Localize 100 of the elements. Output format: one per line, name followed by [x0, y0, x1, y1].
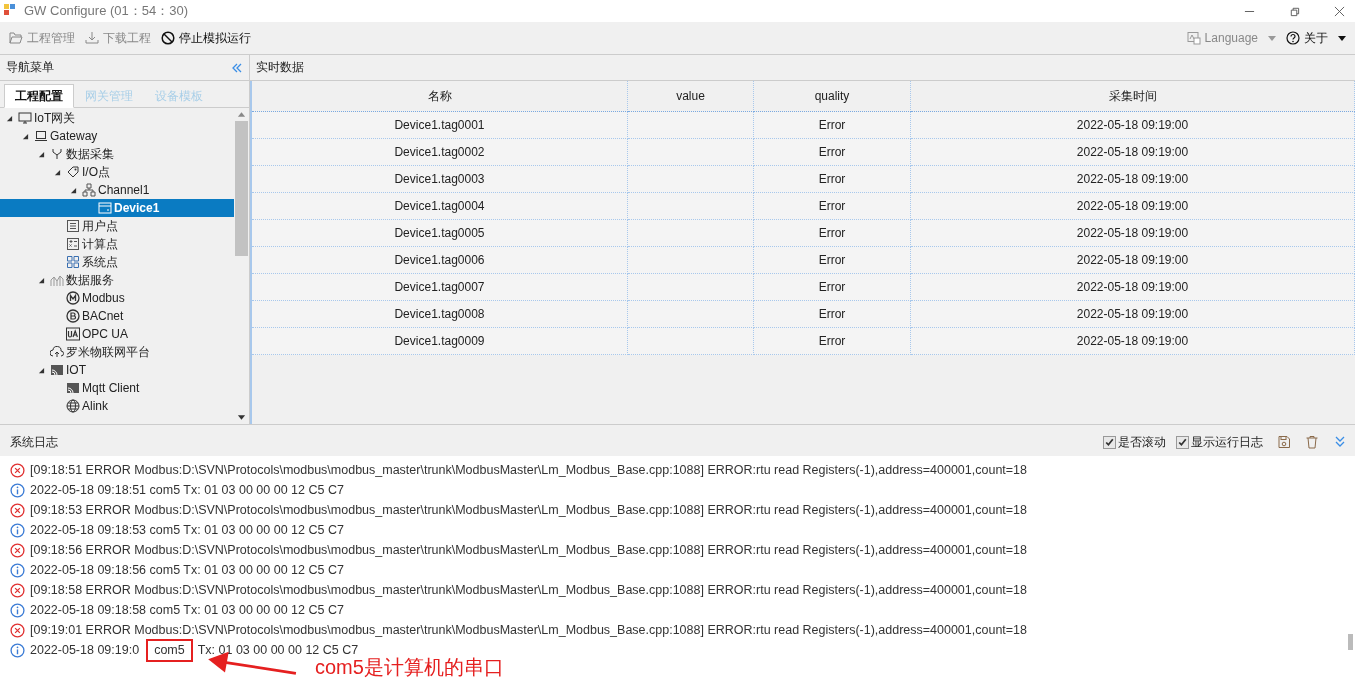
log-message: 2022-05-18 09:18:51 com5 Tx: 01 03 00 00 00 12 C5 C7	[30, 483, 344, 497]
panel-title: 系统日志	[10, 433, 58, 451]
tree-item[interactable]: 罗米物联网平台	[0, 343, 234, 361]
expanded-arrow-icon[interactable]	[38, 366, 45, 374]
checkbox-label: 是否滚动	[1118, 433, 1166, 451]
highlight-box: com5	[146, 638, 193, 662]
info-icon	[10, 642, 25, 658]
table-cell: Error	[753, 111, 911, 139]
save-icon[interactable]	[1277, 435, 1291, 449]
column-header[interactable]: 采集时间	[910, 81, 1355, 112]
log-message: [09:18:53 ERROR Modbus:D:\SVN\Protocols\modbus\modbus_master\trunk\ModbusMaster\Lm_Modbus_Base.cpp:1088] ERROR:rtu read Registers(-1),address=400001,count=18	[30, 503, 1028, 517]
circle-m-icon	[66, 291, 80, 305]
expanded-arrow-icon[interactable]	[38, 276, 45, 284]
caret-icon	[1338, 35, 1346, 41]
tree-item[interactable]: OPC UA	[0, 325, 234, 343]
tree-item[interactable]: BACnet	[0, 307, 234, 325]
scroll-down-icon[interactable]	[237, 415, 246, 421]
tree-item[interactable]: Channel1	[0, 181, 234, 199]
tree-item[interactable]: I/O点	[0, 163, 234, 181]
expanded-arrow-icon[interactable]	[6, 114, 13, 122]
caret-icon	[1268, 35, 1276, 41]
table-cell: 2022-05-18 09:19:00	[910, 300, 1355, 328]
table-cell: Error	[753, 273, 911, 301]
download-icon	[85, 31, 99, 45]
checkbox[interactable]: 显示运行日志	[1176, 433, 1263, 451]
table-cell: Error	[753, 219, 911, 247]
scrollbar-thumb[interactable]	[1348, 634, 1353, 650]
ua-icon	[66, 327, 80, 341]
expanded-arrow-icon[interactable]	[38, 150, 45, 158]
log-message: [09:18:51 ERROR Modbus:D:\SVN\Protocols\modbus\modbus_master\trunk\ModbusMaster\Lm_Modbus_Base.cpp:1088] ERROR:rtu read Registers(-1),address=400001,count=18	[30, 463, 1028, 477]
table-cell: 2022-05-18 09:19:00	[910, 192, 1355, 220]
error-icon	[10, 502, 25, 518]
error-icon	[10, 582, 25, 598]
tree-item[interactable]: 系统点	[0, 253, 234, 271]
expanded-arrow-icon[interactable]	[70, 186, 77, 194]
device-icon	[98, 201, 112, 215]
column-header[interactable]: 名称	[252, 81, 628, 112]
panel-title: 实时数据	[256, 59, 304, 76]
monitor-icon	[18, 111, 32, 125]
dropdown-button[interactable]: 关于	[1281, 27, 1351, 49]
info-icon	[10, 602, 25, 618]
expanded-arrow-icon[interactable]	[54, 168, 61, 176]
chart-icon	[50, 273, 64, 287]
checkbox-box[interactable]	[1176, 435, 1189, 449]
tree-item[interactable]: 计算点	[0, 235, 234, 253]
table-cell: 2022-05-18 09:19:00	[910, 327, 1355, 355]
table-cell: 2022-05-18 09:19:00	[910, 246, 1355, 274]
table-cell: Device1.tag0005	[252, 219, 628, 247]
checkbox[interactable]: 是否滚动	[1103, 433, 1166, 451]
tree-item[interactable]: 用户点	[0, 217, 234, 235]
tree-item[interactable]: Device1	[0, 199, 234, 217]
cast-icon	[50, 363, 64, 377]
app-logo-icon	[4, 4, 18, 18]
tree-item[interactable]: Mqtt Client	[0, 379, 234, 397]
tree-item[interactable]: Gateway	[0, 127, 234, 145]
column-header[interactable]: quality	[753, 81, 911, 112]
close-icon[interactable]	[1334, 5, 1345, 17]
tab[interactable]: 工程配置	[4, 84, 74, 108]
log-message: [09:19:01 ERROR Modbus:D:\SVN\Protocols\modbus\modbus_master\trunk\ModbusMaster\Lm_Modbus_Base.cpp:1088] ERROR:rtu read Registers(-1),address=400001,count=18	[30, 623, 1028, 637]
log-message: 2022-05-18 09:19:0	[30, 643, 140, 657]
collapse-icon[interactable]	[231, 61, 243, 74]
table-cell: Error	[753, 138, 911, 166]
tree-item[interactable]: 数据采集	[0, 145, 234, 163]
table-cell: Device1.tag0007	[252, 273, 628, 301]
column-header[interactable]: value	[627, 81, 754, 112]
list-icon	[66, 219, 80, 233]
table-cell: Error	[753, 246, 911, 274]
window-title: GW Configure (01：54：30)	[24, 2, 188, 20]
log-message: [09:18:56 ERROR Modbus:D:\SVN\Protocols\modbus\modbus_master\trunk\ModbusMaster\Lm_Modbus_Base.cpp:1088] ERROR:rtu read Registers(-1),address=400001,count=18	[30, 543, 1028, 557]
checkmark-icon	[1104, 436, 1115, 448]
tree-item[interactable]: Alink	[0, 397, 234, 415]
grid-icon	[66, 255, 80, 269]
scroll-up-icon[interactable]	[237, 111, 246, 117]
network-icon	[82, 183, 96, 197]
scrollbar-thumb[interactable]	[235, 121, 248, 256]
maximize-icon[interactable]	[1289, 5, 1300, 17]
log-message: 2022-05-18 09:18:53 com5 Tx: 01 03 00 00 00 12 C5 C7	[30, 523, 344, 537]
error-icon	[10, 462, 25, 478]
tree-item[interactable]: IoT网关	[0, 109, 234, 127]
table-cell: 2022-05-18 09:19:00	[910, 219, 1355, 247]
table-cell: Device1.tag0002	[252, 138, 628, 166]
prohibited-icon	[161, 31, 175, 45]
tree-item[interactable]: 数据服务	[0, 271, 234, 289]
tree-item[interactable]: Modbus	[0, 289, 234, 307]
table-cell: 2022-05-18 09:19:00	[910, 138, 1355, 166]
trash-icon[interactable]	[1305, 435, 1319, 449]
fork-icon	[50, 147, 64, 161]
tree-item[interactable]: IOT	[0, 361, 234, 379]
error-icon	[10, 542, 25, 558]
expanded-arrow-icon[interactable]	[22, 132, 29, 140]
table-cell: 2022-05-18 09:19:00	[910, 111, 1355, 139]
table-cell: Device1.tag0009	[252, 327, 628, 355]
toolbar-button[interactable]: 停止模拟运行	[156, 27, 256, 49]
laptop-icon	[34, 129, 48, 143]
info-icon	[10, 522, 25, 538]
checkbox-box[interactable]	[1103, 435, 1116, 449]
table-cell: Device1.tag0001	[252, 111, 628, 139]
expand-icon[interactable]	[1333, 435, 1347, 449]
log-message: 2022-05-18 09:18:56 com5 Tx: 01 03 00 00 00 12 C5 C7	[30, 563, 344, 577]
panel-title: 导航菜单	[6, 59, 54, 76]
